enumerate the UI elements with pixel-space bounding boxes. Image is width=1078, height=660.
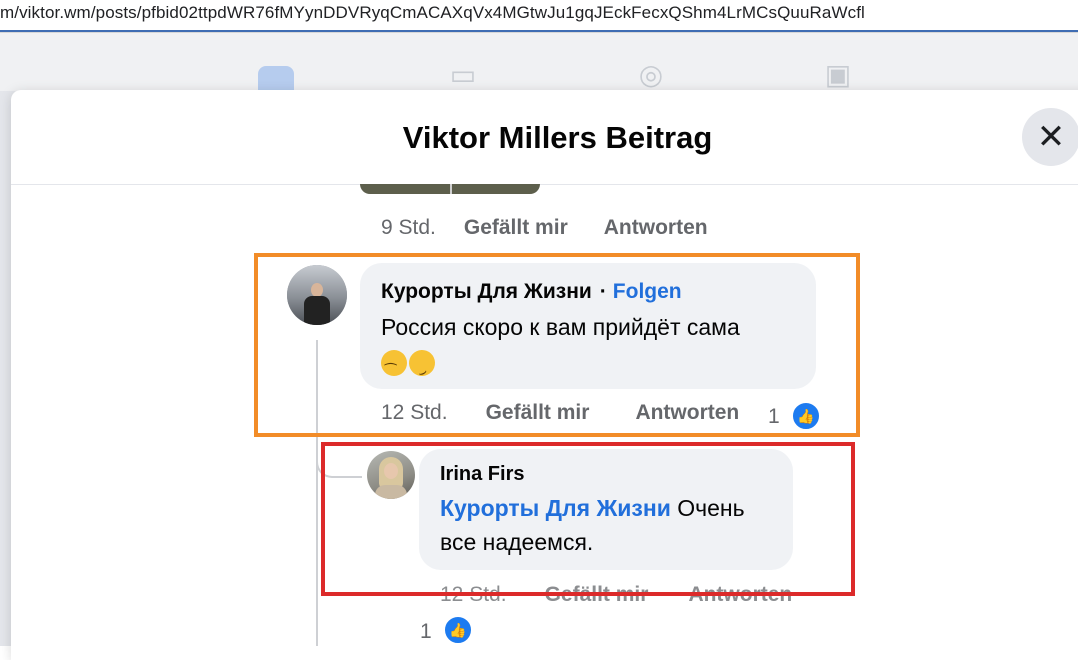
comment-highlight-box (254, 253, 860, 437)
url-text[interactable]: m/viktor.wm/posts/pfbid02ttpdWR76fMYynDD… (0, 3, 865, 23)
home-icon[interactable] (258, 66, 294, 92)
browser-address-bar[interactable]: m/viktor.wm/posts/pfbid02ttpdWR76fMYynDD… (0, 0, 1078, 32)
marketplace-icon[interactable]: ▭ (445, 60, 481, 90)
top-navigation (0, 33, 1078, 91)
close-button[interactable]: ✕ (1022, 108, 1078, 166)
reply-button[interactable]: Antworten (604, 216, 708, 239)
reply-highlight-box (321, 442, 855, 596)
like-button[interactable]: Gefällt mir (464, 216, 568, 239)
timestamp[interactable]: 9 Std. (381, 216, 436, 239)
previous-comment-actions: 9 Std. Gefällt mir Antworten (381, 216, 744, 240)
groups-icon[interactable]: ◎ (633, 60, 669, 90)
dialog-title: Viktor Millers Beitrag (402, 120, 713, 155)
dialog-header: Viktor Millers Beitrag (11, 90, 1078, 185)
comment-image[interactable] (360, 184, 540, 194)
gaming-icon[interactable]: ▣ (820, 60, 856, 90)
close-icon[interactable]: ✕ (1037, 120, 1066, 154)
like-icon[interactable]: 👍 (443, 615, 473, 645)
reaction-count[interactable]: 1 (420, 620, 432, 644)
